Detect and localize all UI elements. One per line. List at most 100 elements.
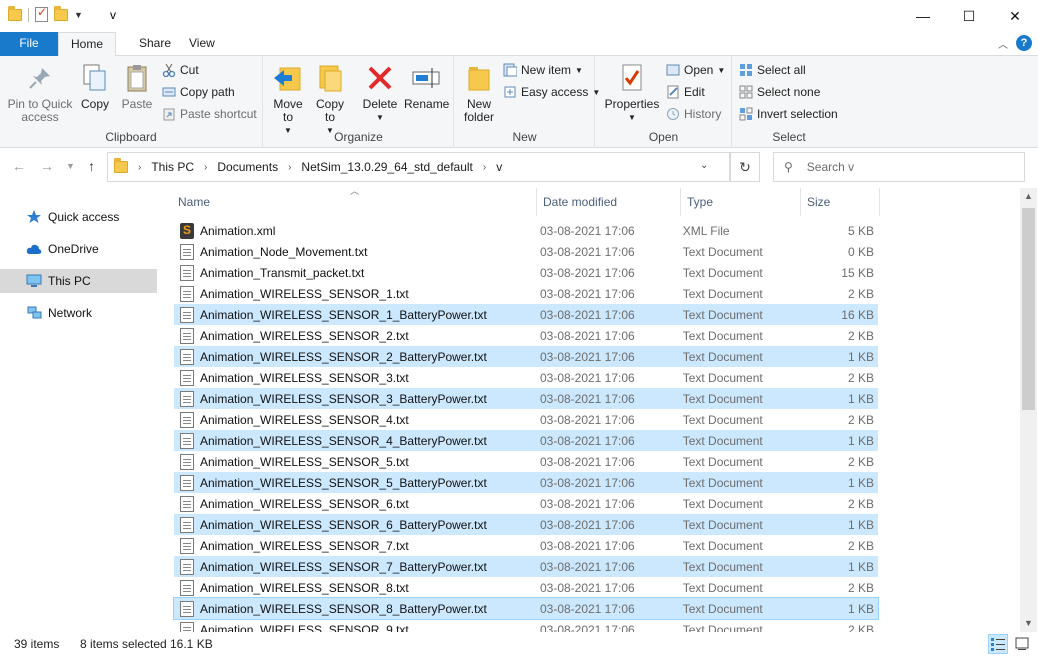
copy-to-icon — [314, 62, 346, 94]
table-row[interactable]: Animation_WIRELESS_SENSOR_4.txt 03-08-202… — [174, 409, 878, 430]
table-row[interactable]: Animation_WIRELESS_SENSOR_3_BatteryPower… — [174, 388, 878, 409]
table-row[interactable]: Animation_WIRELESS_SENSOR_2.txt 03-08-202… — [174, 325, 878, 346]
open-label: Open — [684, 63, 714, 77]
pin-to-quick-access-button[interactable]: Pin to Quick access — [6, 62, 74, 124]
select-all-button[interactable]: Select all — [739, 60, 806, 80]
cut-button[interactable]: Cut — [162, 60, 199, 80]
table-row[interactable]: Animation_WIRELESS_SENSOR_6.txt 03-08-202… — [174, 493, 878, 514]
sidebar-item-this-pc[interactable]: This PC — [0, 269, 157, 293]
breadcrumb-v[interactable]: v — [496, 160, 502, 174]
new-group-label: New — [512, 130, 537, 144]
sidebar-item-network[interactable]: Network — [0, 301, 157, 325]
properties-icon[interactable] — [35, 5, 48, 22]
breadcrumb-separator-icon[interactable]: › — [288, 162, 291, 173]
column-header-type[interactable]: Type — [681, 188, 801, 216]
tab-view[interactable]: View — [175, 32, 229, 56]
scroll-up-arrow-icon[interactable]: ▲ — [1020, 188, 1037, 205]
scroll-down-arrow-icon[interactable]: ▼ — [1020, 615, 1037, 632]
new-item-button[interactable]: New item ▼ — [503, 60, 583, 80]
customize-toolbar-chevron-icon[interactable]: ▼ — [74, 10, 83, 20]
invert-selection-icon — [739, 107, 753, 121]
properties-button[interactable]: Properties ▼ — [604, 62, 660, 124]
history-button[interactable]: History — [666, 104, 721, 124]
table-row[interactable]: Animation_WIRELESS_SENSOR_6_BatteryPower… — [174, 514, 878, 535]
copy-icon — [79, 62, 111, 94]
file-name: Animation_WIRELESS_SENSOR_5.txt — [200, 454, 409, 469]
search-input[interactable]: Search v — [807, 160, 854, 174]
breadcrumb-netsim[interactable]: NetSim_13.0.29_64_std_default — [301, 160, 472, 174]
address-bar[interactable]: › This PC › Documents › NetSim_13.0.29_6… — [107, 152, 730, 182]
table-row[interactable]: Animation_WIRELESS_SENSOR_1.txt 03-08-202… — [174, 283, 878, 304]
search-box[interactable]: ⚲ Search v — [773, 152, 1025, 182]
move-to-button[interactable]: Move to ▼ — [270, 62, 306, 137]
computer-icon — [26, 274, 42, 288]
sidebar-item-label: Network — [48, 306, 93, 320]
file-name: Animation_WIRELESS_SENSOR_4_BatteryPower… — [200, 433, 487, 448]
edit-button[interactable]: Edit — [666, 82, 705, 102]
address-history-chevron-icon[interactable]: ⌄ — [700, 160, 708, 171]
up-arrow-icon[interactable]: ↑ — [88, 158, 95, 174]
select-none-button[interactable]: Select none — [739, 82, 820, 102]
scrollbar-thumb[interactable] — [1022, 208, 1035, 410]
copy-button[interactable]: Copy — [78, 62, 112, 111]
new-folder-button[interactable]: New folder — [461, 62, 497, 124]
move-to-icon — [272, 62, 304, 94]
delete-button[interactable]: Delete ▼ — [360, 62, 400, 124]
table-row[interactable]: Animation.xml 03-08-2021 17:06 XML File 5 K… — [174, 220, 878, 241]
select-all-icon — [739, 63, 753, 77]
table-row[interactable]: Animation_WIRELESS_SENSOR_5_BatteryPower… — [174, 472, 878, 493]
details-view-button[interactable] — [988, 634, 1008, 654]
file-name: Animation_WIRELESS_SENSOR_4.txt — [200, 412, 409, 427]
open-button[interactable]: Open ▼ — [666, 60, 725, 80]
file-date-modified: 03-08-2021 17:06 — [539, 307, 635, 322]
back-arrow-icon[interactable]: ← — [12, 158, 26, 174]
table-row[interactable]: Animation_WIRELESS_SENSOR_8.txt 03-08-202… — [174, 577, 878, 598]
vertical-scrollbar[interactable]: ▲ ▼ — [1020, 188, 1037, 632]
table-row[interactable]: Animation_WIRELESS_SENSOR_3.txt 03-08-202… — [174, 367, 878, 388]
table-row[interactable]: Animation_WIRELESS_SENSOR_7.txt 03-08-202… — [174, 535, 878, 556]
breadcrumb-separator-icon[interactable]: › — [483, 162, 486, 173]
table-row[interactable]: Animation_Transmit_packet.txt 03-08-2021 … — [174, 262, 878, 283]
table-row[interactable]: Animation_WIRELESS_SENSOR_4_BatteryPower… — [174, 430, 878, 451]
rename-button[interactable]: Rename — [404, 62, 449, 111]
new-folder-icon[interactable] — [54, 5, 68, 21]
invert-selection-button[interactable]: Invert selection — [739, 104, 838, 124]
breadcrumb-this-pc[interactable]: This PC — [151, 160, 194, 174]
table-row[interactable]: Animation_WIRELESS_SENSOR_8_BatteryPower… — [173, 597, 879, 620]
sidebar-item-onedrive[interactable]: OneDrive — [0, 237, 157, 261]
copy-path-button[interactable]: Copy path — [162, 82, 235, 102]
close-button[interactable]: ✕ — [992, 0, 1038, 32]
easy-access-button[interactable]: Easy access ▼ — [503, 82, 600, 102]
maximize-button[interactable]: ☐ — [946, 0, 992, 32]
table-row[interactable]: Animation_WIRELESS_SENSOR_2_BatteryPower… — [174, 346, 878, 367]
chevron-down-icon: ▼ — [575, 65, 583, 75]
help-icon[interactable]: ? — [1016, 35, 1032, 51]
breadcrumb-documents[interactable]: Documents — [217, 160, 278, 174]
breadcrumb-separator-icon[interactable]: › — [204, 162, 207, 173]
file-type: Text Document — [682, 622, 763, 633]
breadcrumb-separator-icon[interactable]: › — [138, 162, 141, 173]
large-icons-view-button[interactable] — [1012, 634, 1032, 654]
column-header-name[interactable]: Name — [172, 188, 537, 216]
minimize-button[interactable]: — — [900, 0, 946, 32]
sidebar-item-quick-access[interactable]: Quick access — [0, 205, 157, 229]
refresh-button[interactable]: ↻ — [730, 152, 760, 182]
file-type: Text Document — [682, 433, 763, 448]
tab-file[interactable]: File — [0, 32, 58, 56]
column-header-size[interactable]: Size — [801, 188, 880, 216]
paste-button[interactable]: Paste — [118, 62, 156, 111]
table-row[interactable]: Animation_WIRELESS_SENSOR_5.txt 03-08-202… — [174, 451, 878, 472]
paste-shortcut-button[interactable]: Paste shortcut — [162, 104, 257, 124]
recent-locations-chevron-icon[interactable]: ▼ — [66, 161, 75, 171]
copy-to-button[interactable]: Copy to ▼ — [312, 62, 348, 137]
forward-arrow-icon[interactable]: → — [40, 158, 54, 174]
file-date-modified: 03-08-2021 17:06 — [539, 223, 635, 238]
table-row[interactable]: Animation_WIRELESS_SENSOR_1_BatteryPower… — [174, 304, 878, 325]
title-bar: ▼ v — ☐ ✕ — [0, 0, 1038, 32]
table-row[interactable]: Animation_WIRELESS_SENSOR_9.txt 03-08-202… — [174, 619, 878, 632]
table-row[interactable]: Animation_Node_Movement.txt 03-08-2021 17… — [174, 241, 878, 262]
column-header-date-modified[interactable]: Date modified — [537, 188, 681, 216]
collapse-ribbon-chevron-icon[interactable]: ︿ — [998, 36, 1008, 51]
table-row[interactable]: Animation_WIRELESS_SENSOR_7_BatteryPower… — [174, 556, 878, 577]
tab-home[interactable]: Home — [58, 32, 116, 57]
